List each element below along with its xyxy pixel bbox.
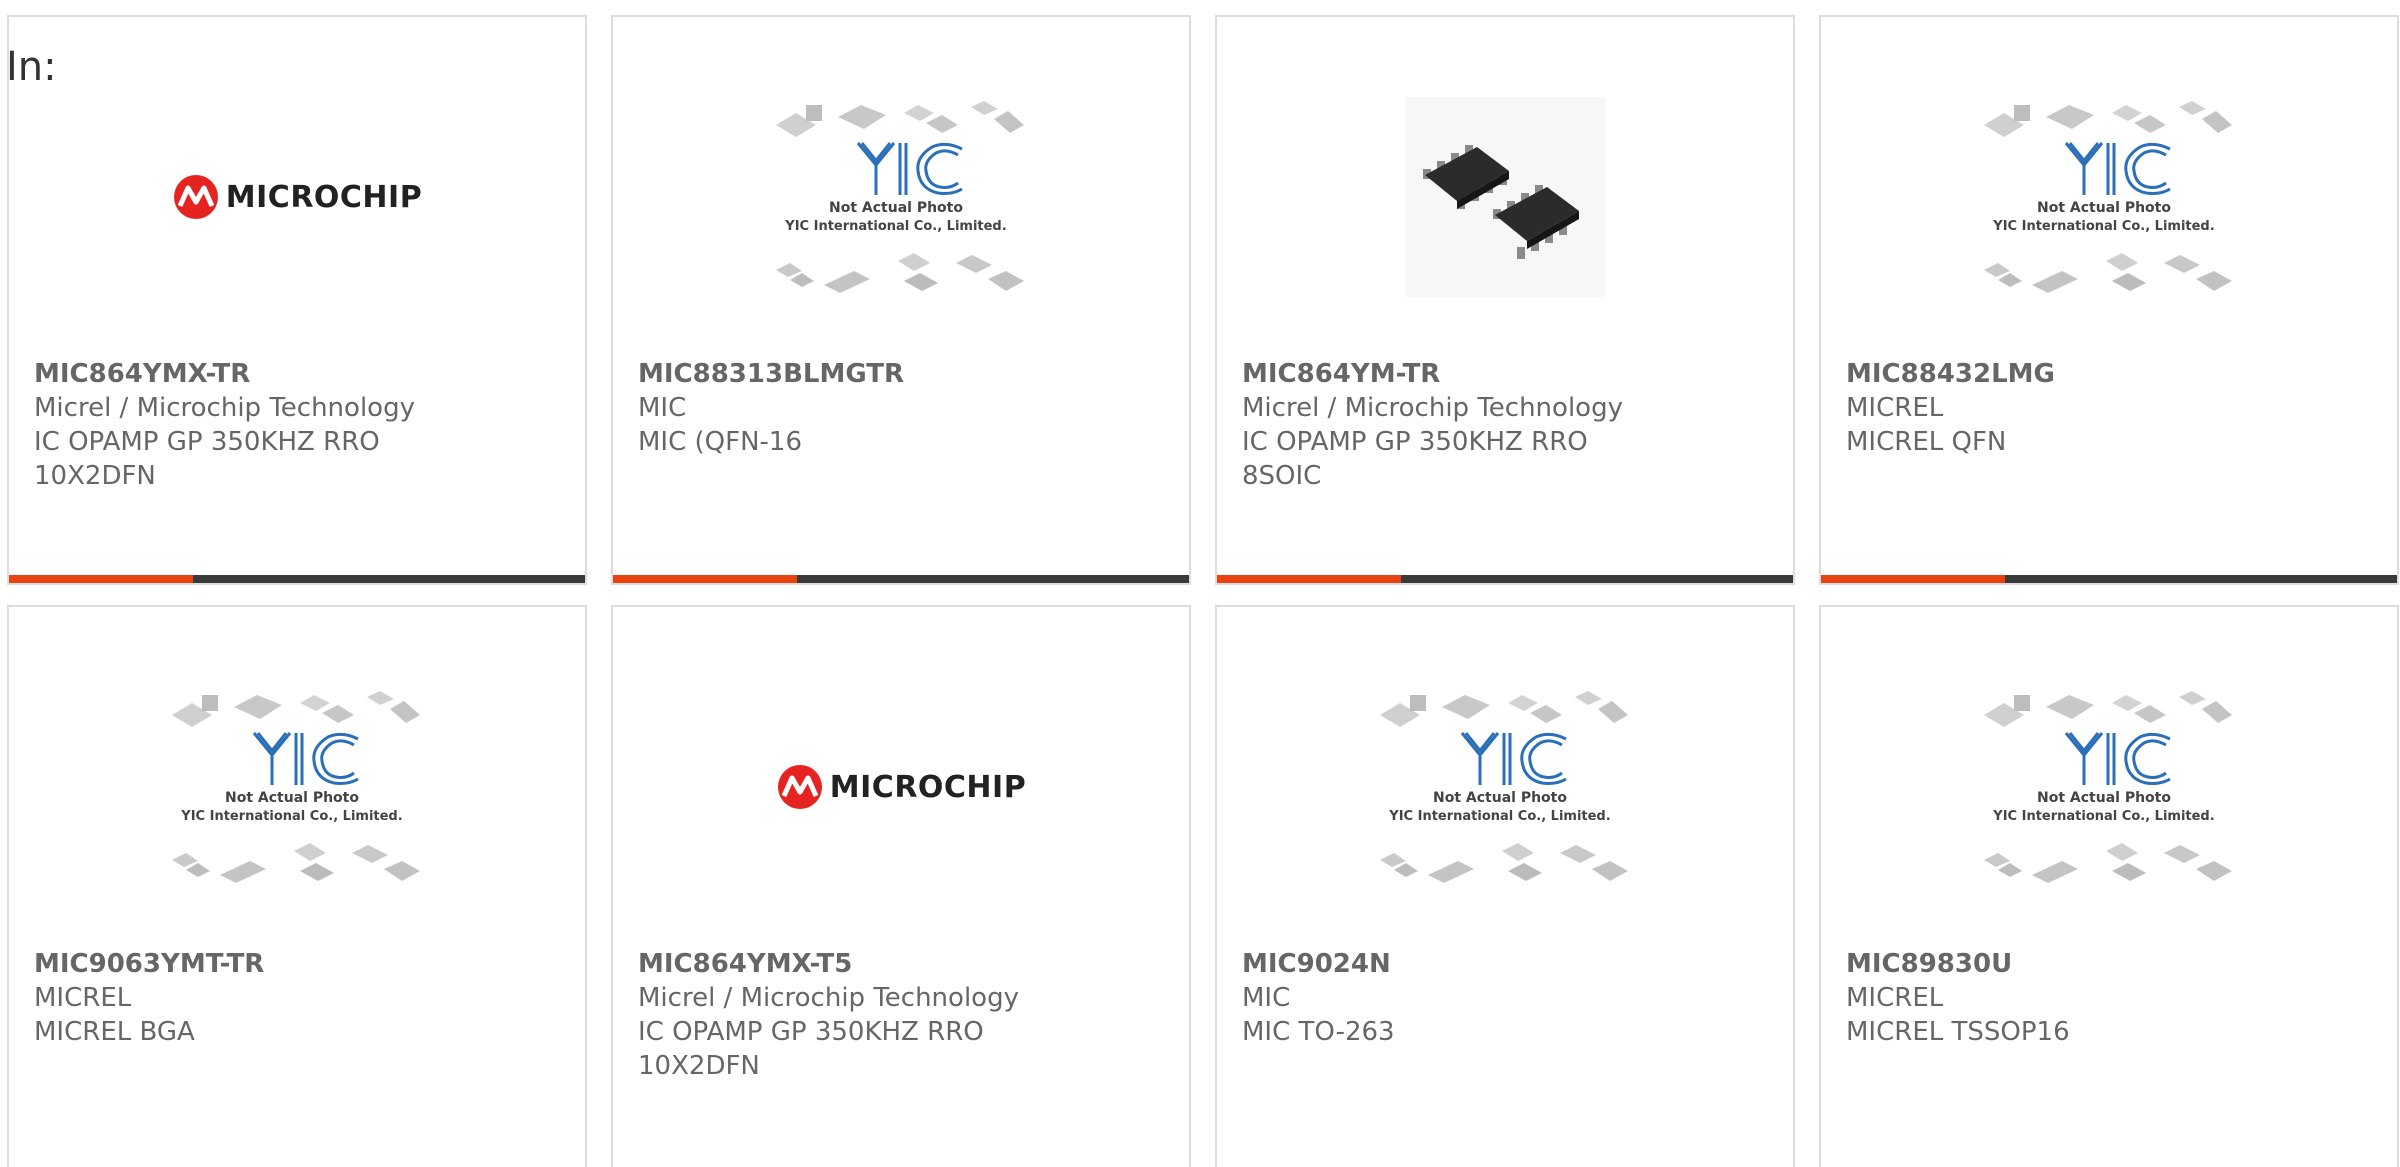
description: MICREL TSSOP16 <box>1846 1017 2070 1047</box>
part-number[interactable]: MIC864YMX-TR <box>34 357 565 391</box>
manufacturer: Micrel / Microchip Technology <box>638 983 1019 1013</box>
manufacturer: MICREL <box>34 983 132 1013</box>
product-image: MICROCHIP <box>613 637 1189 937</box>
svg-text:Not Actual Photo: Not Actual Photo <box>225 790 359 806</box>
yic-placeholder-icon: Not Actual Photo YIC International Co., L… <box>170 689 422 884</box>
product-image: Not Actual Photo YIC International Co., L… <box>1821 47 2397 347</box>
page: In: MICROCHIP MIC864YMX-TR Micrel / Micr… <box>0 0 2400 1167</box>
product-card[interactable]: MIC864YM-TR Micrel / Microchip Technolog… <box>1215 15 1795 585</box>
product-card[interactable]: MICROCHIP MIC864YMX-TR Micrel / Microchi… <box>7 15 587 585</box>
description: MICREL BGA <box>34 1017 195 1047</box>
description: IC OPAMP GP 350KHZ RRO 10X2DFN <box>34 427 380 491</box>
description: MIC TO-263 <box>1242 1017 1395 1047</box>
svg-text:YIC International Co., Limited: YIC International Co., Limited. <box>1992 219 2214 234</box>
card-bar <box>613 575 1189 583</box>
svg-text:Not Actual Photo: Not Actual Photo <box>829 200 963 216</box>
yic-placeholder-icon: Not Actual Photo YIC International Co., L… <box>1378 689 1630 884</box>
yic-placeholder-icon: Not Actual Photo YIC International Co., L… <box>774 99 1026 294</box>
product-card[interactable]: Not Actual Photo YIC International Co., L… <box>1819 15 2399 585</box>
description: IC OPAMP GP 350KHZ RRO 10X2DFN <box>638 1017 984 1081</box>
svg-text:YIC International Co., Limited: YIC International Co., Limited. <box>1992 809 2214 824</box>
description: MICREL QFN <box>1846 427 2007 457</box>
in-label: In: <box>6 44 57 90</box>
svg-text:YIC International Co., Limited: YIC International Co., Limited. <box>1388 809 1610 824</box>
svg-text:YIC International Co., Limited: YIC International Co., Limited. <box>784 219 1006 234</box>
part-number[interactable]: MIC864YMX-T5 <box>638 947 1169 981</box>
part-number[interactable]: MIC9063YMT-TR <box>34 947 565 981</box>
svg-text:Not Actual Photo: Not Actual Photo <box>2037 790 2171 806</box>
card-bar <box>9 575 585 583</box>
part-number[interactable]: MIC864YM-TR <box>1242 357 1773 391</box>
microchip-logo-icon: MICROCHIP <box>172 174 422 220</box>
product-image: MICROCHIP <box>9 47 585 347</box>
manufacturer: MICREL <box>1846 393 1944 423</box>
product-card[interactable]: MICROCHIP MIC864YMX-T5 Micrel / Microchi… <box>611 605 1191 1167</box>
yic-placeholder-icon: Not Actual Photo YIC International Co., L… <box>1982 99 2234 294</box>
product-grid: MICROCHIP MIC864YMX-TR Micrel / Microchi… <box>0 0 2400 1167</box>
soic-chip-icon <box>1405 97 1605 297</box>
yic-placeholder-icon: Not Actual Photo YIC International Co., L… <box>1982 689 2234 884</box>
product-image <box>1217 47 1793 347</box>
product-image: Not Actual Photo YIC International Co., L… <box>613 47 1189 347</box>
product-image: Not Actual Photo YIC International Co., L… <box>9 637 585 937</box>
product-card[interactable]: Not Actual Photo YIC International Co., L… <box>611 15 1191 585</box>
manufacturer: MIC <box>1242 983 1291 1013</box>
description: MIC (QFN-16 <box>638 427 802 457</box>
manufacturer: Micrel / Microchip Technology <box>34 393 415 423</box>
product-image: Not Actual Photo YIC International Co., L… <box>1217 637 1793 937</box>
part-number[interactable]: MIC88313BLMGTR <box>638 357 1169 391</box>
card-bar <box>1821 575 2397 583</box>
manufacturer: Micrel / Microchip Technology <box>1242 393 1623 423</box>
svg-text:YIC International Co., Limited: YIC International Co., Limited. <box>180 809 402 824</box>
part-number[interactable]: MIC88432LMG <box>1846 357 2377 391</box>
svg-text:Not Actual Photo: Not Actual Photo <box>2037 200 2171 216</box>
product-card[interactable]: Not Actual Photo YIC International Co., L… <box>1215 605 1795 1167</box>
product-card[interactable]: Not Actual Photo YIC International Co., L… <box>7 605 587 1167</box>
product-card[interactable]: Not Actual Photo YIC International Co., L… <box>1819 605 2399 1167</box>
part-number[interactable]: MIC89830U <box>1846 947 2377 981</box>
description: IC OPAMP GP 350KHZ RRO 8SOIC <box>1242 427 1588 491</box>
card-bar <box>1217 575 1793 583</box>
product-image: Not Actual Photo YIC International Co., L… <box>1821 637 2397 937</box>
microchip-logo-icon: MICROCHIP <box>776 764 1026 810</box>
part-number[interactable]: MIC9024N <box>1242 947 1773 981</box>
manufacturer: MIC <box>638 393 687 423</box>
svg-text:Not Actual Photo: Not Actual Photo <box>1433 790 1567 806</box>
manufacturer: MICREL <box>1846 983 1944 1013</box>
